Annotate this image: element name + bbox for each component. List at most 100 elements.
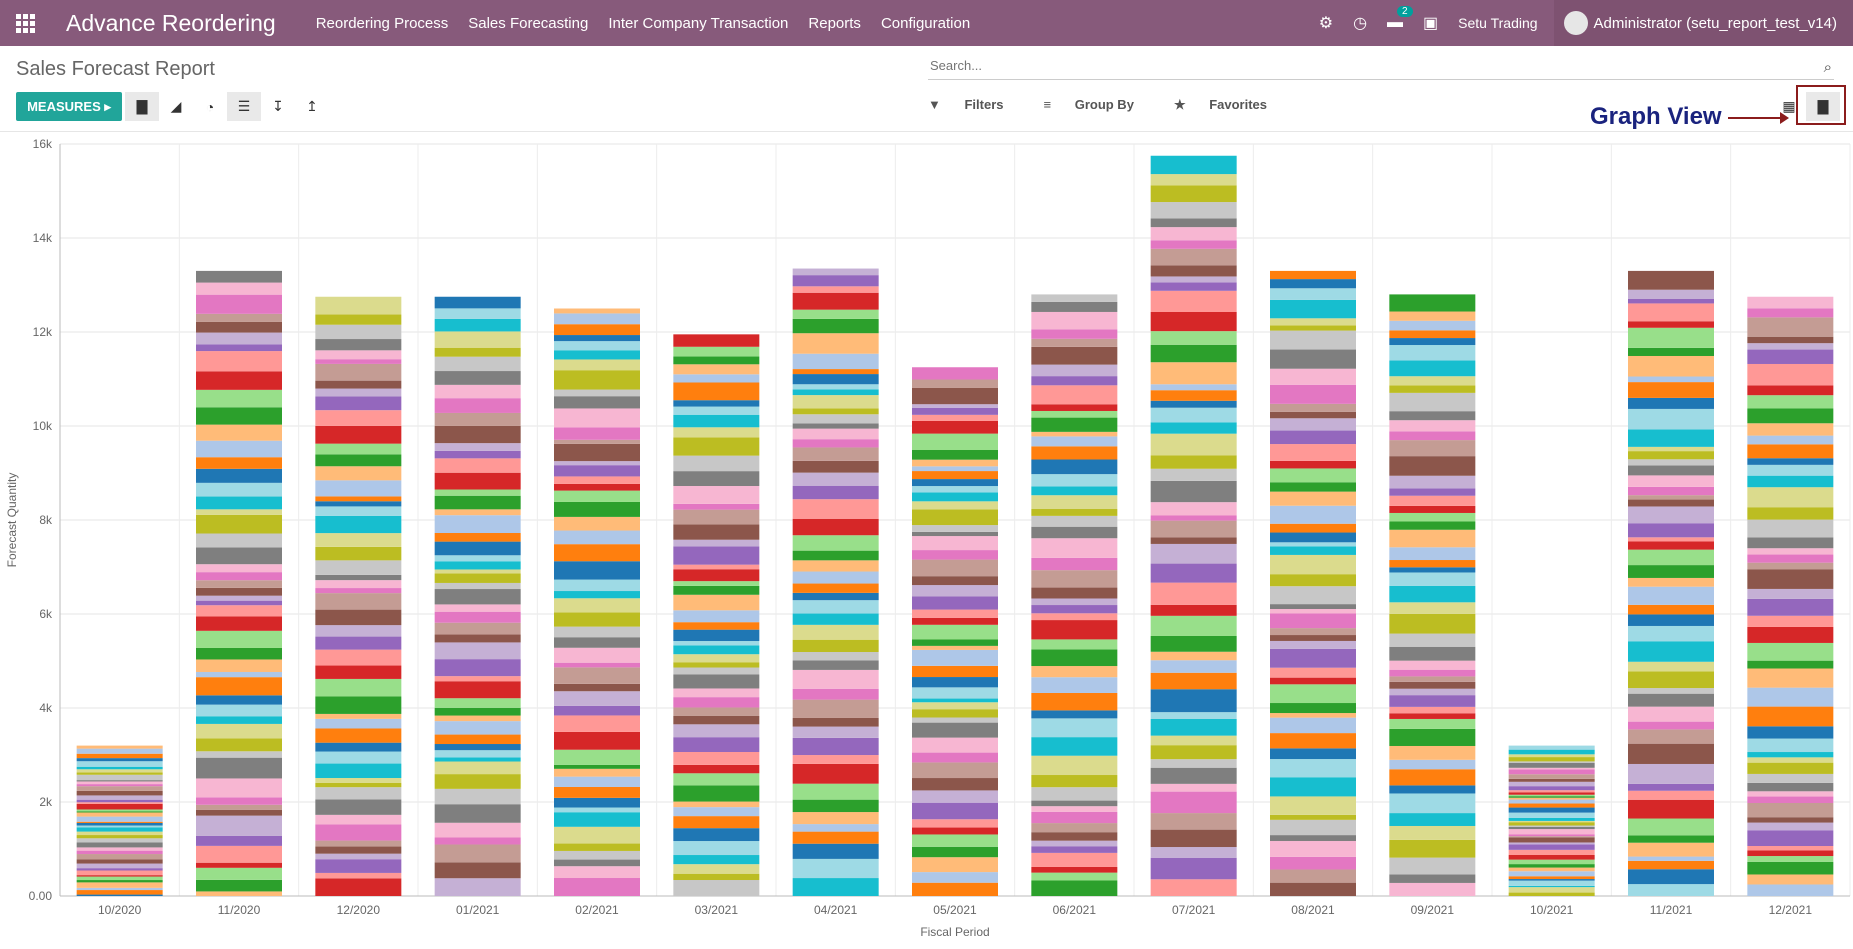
gift-icon[interactable]: ▣ bbox=[1423, 13, 1438, 33]
menu-sales-forecasting[interactable]: Sales Forecasting bbox=[468, 15, 588, 32]
menu-reports[interactable]: Reports bbox=[808, 15, 861, 32]
x-tick-label: 08/2021 bbox=[1291, 903, 1335, 917]
bar-segment bbox=[196, 879, 282, 892]
stack-icon[interactable]: ☰ bbox=[227, 92, 261, 121]
menu-inter-company-transaction[interactable]: Inter Company Transaction bbox=[608, 15, 788, 32]
bar-segment bbox=[434, 642, 521, 660]
bar-segment bbox=[434, 604, 521, 612]
bar-segment bbox=[315, 396, 402, 411]
filters-button[interactable]: ▼ Filters bbox=[928, 97, 1024, 113]
bar-segment bbox=[1270, 491, 1356, 506]
bar-segment bbox=[1389, 713, 1476, 719]
bar-segment bbox=[76, 812, 163, 817]
bar-segment bbox=[1628, 818, 1714, 836]
x-tick-label: 10/2021 bbox=[1530, 903, 1574, 917]
top-navbar: Advance Reordering Reordering Process Sa… bbox=[0, 0, 1853, 46]
user-menu[interactable]: Administrator (setu_report_test_v14) bbox=[1553, 0, 1853, 46]
chat-icon[interactable]: ▬ 2 bbox=[1387, 6, 1413, 32]
bar-segment bbox=[792, 583, 879, 593]
bar-segment bbox=[196, 457, 282, 469]
bar-segment bbox=[1389, 505, 1476, 513]
bar-segment bbox=[434, 715, 521, 722]
bar-segment bbox=[196, 867, 282, 880]
bar-segment bbox=[1270, 841, 1356, 857]
bar-segment bbox=[792, 460, 879, 473]
bar-segment bbox=[76, 811, 163, 813]
favorites-button[interactable]: ★ Favorites bbox=[1174, 97, 1287, 113]
search-icon[interactable]: ⌕ bbox=[1824, 59, 1832, 76]
bar-segment bbox=[1150, 400, 1237, 408]
bar-segment bbox=[1270, 759, 1356, 778]
measures-button[interactable]: MEASURES ▸ bbox=[16, 92, 122, 121]
bar-segment bbox=[554, 324, 640, 336]
bar-segment bbox=[1747, 726, 1834, 739]
bar-segment bbox=[912, 559, 998, 577]
bar-segment bbox=[196, 738, 282, 752]
search-input[interactable] bbox=[928, 57, 1792, 74]
company-switcher[interactable]: Setu Trading bbox=[1458, 15, 1537, 31]
bar-segment bbox=[1389, 529, 1476, 548]
bar-segment bbox=[1747, 762, 1834, 774]
bar-segment bbox=[673, 455, 760, 472]
bar-segment bbox=[1270, 814, 1356, 820]
bar-segment bbox=[1270, 717, 1356, 734]
bar-segment bbox=[1150, 515, 1237, 521]
bar-segment bbox=[792, 669, 879, 689]
bar-segment bbox=[76, 758, 163, 762]
bar-segment bbox=[76, 887, 163, 891]
bar-segment bbox=[1628, 537, 1714, 542]
menu-configuration[interactable]: Configuration bbox=[881, 15, 970, 32]
bar-segment bbox=[1508, 871, 1595, 877]
bar-segment bbox=[76, 890, 163, 895]
bar-segment bbox=[792, 384, 879, 390]
bar-segment bbox=[315, 588, 402, 594]
bar-segment bbox=[1031, 710, 1118, 719]
sort-desc-icon[interactable]: ↧ bbox=[261, 92, 295, 121]
menu-reordering-process[interactable]: Reordering Process bbox=[316, 15, 449, 32]
bar-segment bbox=[196, 845, 282, 863]
group-by-button[interactable]: ≡ Group By bbox=[1044, 97, 1154, 113]
bug-icon[interactable]: ⚙ bbox=[1319, 13, 1333, 33]
bar-segment bbox=[76, 821, 163, 823]
bar-segment bbox=[315, 339, 402, 351]
bar-segment bbox=[196, 321, 282, 333]
bar-segment bbox=[1628, 693, 1714, 707]
group-by-label: Group By bbox=[1074, 97, 1134, 112]
bar-segment bbox=[792, 535, 879, 551]
bar-segment bbox=[554, 764, 640, 769]
bar-segment bbox=[196, 835, 282, 846]
bar-segment bbox=[554, 598, 640, 613]
apps-icon[interactable] bbox=[0, 0, 50, 46]
bar-segment bbox=[1628, 856, 1714, 861]
bar-segment bbox=[1628, 451, 1714, 460]
bar-segment bbox=[673, 707, 760, 716]
bar-segment bbox=[1508, 745, 1595, 750]
bar-segment bbox=[1628, 355, 1714, 377]
bar-segment bbox=[1270, 586, 1356, 605]
x-tick-label: 02/2021 bbox=[575, 903, 619, 917]
bar-segment bbox=[1389, 613, 1476, 634]
bar-segment bbox=[912, 420, 998, 434]
bar-segment bbox=[1150, 455, 1237, 469]
bar-segment bbox=[1270, 418, 1356, 431]
pie-chart-icon[interactable]: ◔ bbox=[193, 92, 227, 121]
bar-segment bbox=[554, 516, 640, 531]
bar-segment bbox=[1628, 475, 1714, 487]
sort-asc-icon[interactable]: ↥ bbox=[295, 92, 329, 121]
app-name[interactable]: Advance Reordering bbox=[66, 10, 276, 37]
bar-segment bbox=[1628, 706, 1714, 722]
bar-segment bbox=[912, 645, 998, 650]
line-chart-icon[interactable]: ◢ bbox=[159, 92, 193, 121]
bar-segment bbox=[1628, 459, 1714, 466]
bar-segment bbox=[434, 822, 521, 838]
bar-segment bbox=[434, 582, 521, 590]
bar-segment bbox=[1389, 521, 1476, 530]
bar-segment bbox=[1747, 408, 1834, 424]
clock-icon[interactable]: ◷ bbox=[1353, 13, 1367, 33]
bar-chart-icon[interactable]: ▇ bbox=[125, 92, 159, 121]
bar-segment bbox=[792, 831, 879, 844]
bar-segment bbox=[1628, 671, 1714, 689]
bar-segment bbox=[1031, 755, 1118, 776]
bar-segment bbox=[673, 864, 760, 874]
bar-segment bbox=[315, 678, 402, 697]
